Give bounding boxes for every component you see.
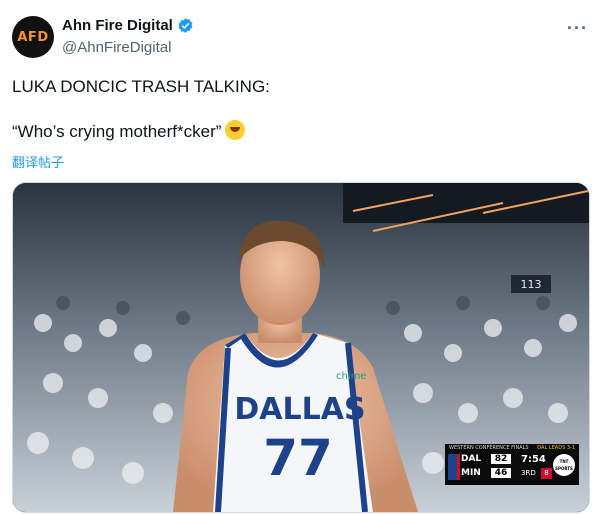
tnt-sports-logo: TNT SPORTS — [553, 454, 575, 476]
avatar-logo: AFD — [17, 29, 49, 45]
jersey-number: 77 — [263, 429, 333, 487]
author-name-row[interactable]: Ahn Fire Digital — [62, 17, 194, 34]
scoreboard-series: WESTERN CONFERENCE FINALS — [449, 445, 529, 451]
scoreboard-row-dal: DAL 82 — [461, 454, 511, 464]
verified-badge-icon — [178, 18, 193, 33]
translate-post-link[interactable]: 翻译帖子 — [12, 152, 64, 171]
jersey-team: DALLAS — [234, 392, 365, 427]
tweet-line-1: LUKA DONCIC TRASH TALKING: — [12, 77, 270, 96]
author-handle[interactable]: @AhnFireDigital — [62, 39, 171, 56]
author-display-name[interactable]: Ahn Fire Digital — [62, 17, 173, 34]
shot-clock: 8 — [541, 468, 552, 479]
score-1: 82 — [491, 454, 511, 464]
scoreboard: WESTERN CONFERENCE FINALS DAL LEADS 3-1 … — [445, 444, 579, 485]
scoreboard-series-status: DAL LEADS 3-1 — [537, 445, 575, 451]
avatar[interactable]: AFD — [12, 16, 54, 58]
game-clock: 7:54 — [521, 454, 546, 465]
team-2: MIN — [461, 468, 481, 478]
tweet-media-image[interactable]: 113 chime DALLAS 77 WESTERN CONFERENCE F… — [12, 182, 590, 513]
scoreboard-row-min: MIN 46 — [461, 468, 511, 478]
more-options-icon[interactable]: ··· — [567, 18, 588, 39]
score-2: 46 — [491, 468, 511, 478]
team-1: DAL — [461, 454, 482, 464]
game-period: 3RD — [521, 469, 536, 477]
tweet-text: LUKA DONCIC TRASH TALKING: “Who’s crying… — [12, 76, 582, 143]
tweet-line-2: “Who’s crying motherf*cker” — [12, 120, 582, 143]
jersey-sponsor: chime — [336, 371, 367, 382]
laughing-emoji-icon — [225, 120, 246, 140]
nba-logo-icon — [448, 454, 460, 480]
tweet-quote: “Who’s crying motherf*cker” — [12, 122, 222, 141]
section-sign: 113 — [521, 278, 542, 291]
